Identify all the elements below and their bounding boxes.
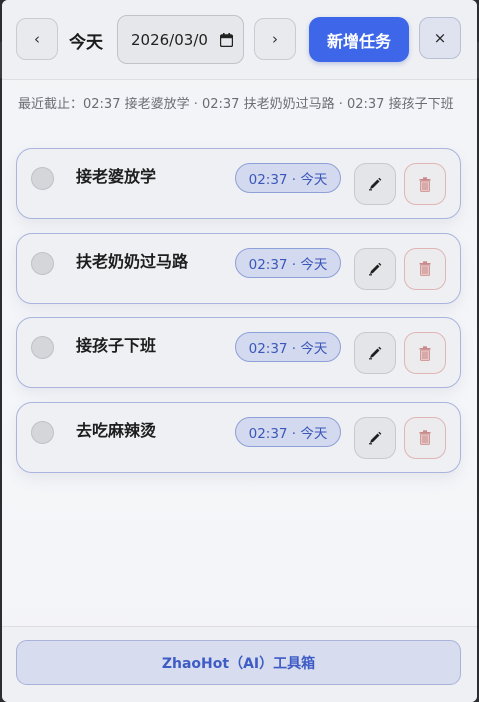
task-title: 接孩子下班 <box>76 336 157 355</box>
task-card: 扶老奶奶过马路 02:37 · 今天 <box>16 232 461 304</box>
todo-panel: ‹ 今天 2026/03/0 › 新增任务 × 最近截止：02:37 接老婆放学… <box>2 0 477 702</box>
edit-task-button[interactable] <box>354 163 396 205</box>
pencil-icon <box>369 262 382 275</box>
task-list: 接老婆放学 02:37 · 今天 扶老奶奶过马路 02:37 · 今天 接孩子下… <box>16 148 461 486</box>
today-label: 今天 <box>69 33 103 53</box>
recent-deadlines: 最近截止：02:37 接老婆放学 · 02:37 扶老奶奶过马路 · 02:37… <box>18 97 454 112</box>
task-time-badge: 02:37 · 今天 <box>235 332 341 362</box>
edit-task-button[interactable] <box>354 416 396 459</box>
next-day-button[interactable]: › <box>254 18 296 60</box>
edit-task-button[interactable] <box>354 247 396 290</box>
task-card: 接孩子下班 02:37 · 今天 <box>16 317 461 388</box>
trash-icon <box>419 176 431 192</box>
trash-icon <box>419 430 431 445</box>
pencil-icon <box>369 177 382 191</box>
date-value: 2026/03/0 <box>131 30 208 49</box>
close-icon: × <box>433 29 447 47</box>
task-checkbox[interactable] <box>31 251 54 275</box>
add-task-button[interactable]: 新增任务 <box>309 17 409 62</box>
task-checkbox[interactable] <box>31 167 54 190</box>
delete-task-button[interactable] <box>404 163 446 205</box>
chevron-right-icon: › <box>272 30 278 48</box>
task-card: 接老婆放学 02:37 · 今天 <box>16 148 461 219</box>
task-checkbox[interactable] <box>31 420 54 444</box>
edit-task-button[interactable] <box>354 332 396 374</box>
delete-task-button[interactable] <box>404 247 446 290</box>
panel-footer: ZhaoHot（AI）工具箱 <box>2 626 477 702</box>
panel-header: ‹ 今天 2026/03/0 › 新增任务 × <box>2 0 477 80</box>
task-title: 接老婆放学 <box>76 167 157 186</box>
task-time-badge: 02:37 · 今天 <box>235 163 341 193</box>
task-title: 扶老奶奶过马路 <box>76 251 189 271</box>
pencil-icon <box>369 346 382 360</box>
trash-icon <box>419 261 431 276</box>
task-card: 去吃麻辣烫 02:37 · 今天 <box>16 401 461 473</box>
task-title: 去吃麻辣烫 <box>76 420 157 440</box>
ai-toolbox-button[interactable]: ZhaoHot（AI）工具箱 <box>16 640 461 685</box>
trash-icon <box>419 345 431 361</box>
chevron-left-icon: ‹ <box>34 30 40 48</box>
previous-day-button[interactable]: ‹ <box>16 18 58 60</box>
date-input[interactable]: 2026/03/0 <box>117 15 244 64</box>
calendar-icon[interactable] <box>220 33 233 47</box>
delete-task-button[interactable] <box>404 332 446 374</box>
pencil-icon <box>369 431 382 444</box>
delete-task-button[interactable] <box>404 416 446 459</box>
close-button[interactable]: × <box>419 17 461 59</box>
task-checkbox[interactable] <box>31 336 54 359</box>
task-time-badge: 02:37 · 今天 <box>235 416 341 447</box>
task-time-badge: 02:37 · 今天 <box>235 247 341 278</box>
